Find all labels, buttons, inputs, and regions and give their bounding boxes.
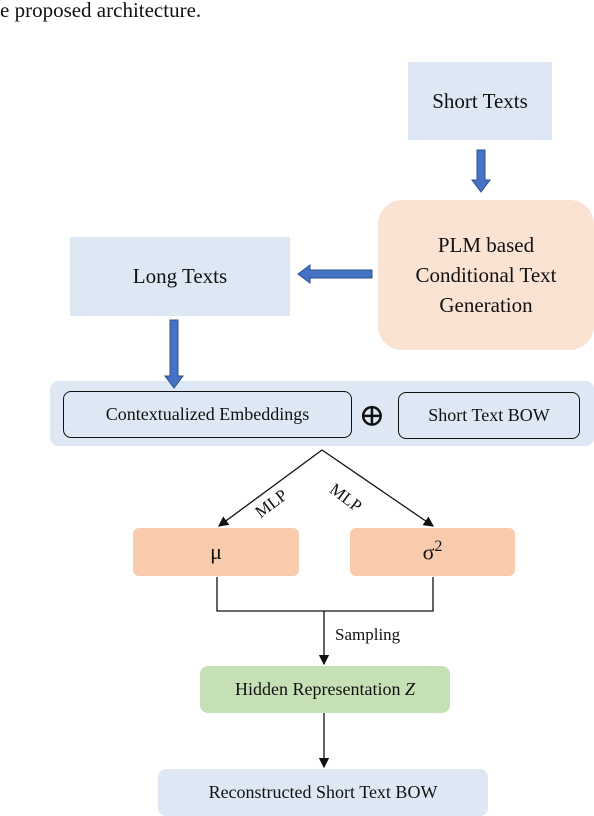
arrow-long-to-embeddings [164, 319, 184, 389]
edge-merge [216, 577, 434, 612]
edges-layer [164, 149, 491, 769]
arrow-short-to-plm [471, 149, 491, 193]
arrow-plm-to-long [297, 264, 373, 284]
sampling-label: Sampling [335, 625, 401, 644]
